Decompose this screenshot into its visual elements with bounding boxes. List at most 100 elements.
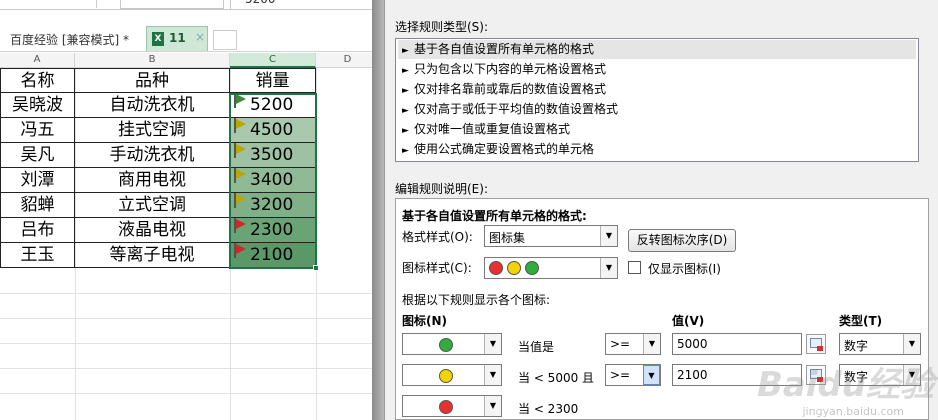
cell-name[interactable]: 吴晓波 — [0, 93, 75, 118]
format-style-select[interactable]: 图标集 ▼ — [484, 225, 618, 247]
header-cell-sales[interactable]: 销量 — [230, 68, 316, 93]
header-cell-type[interactable]: 品种 — [75, 68, 230, 93]
rule-operator-select[interactable]: >= ▼ — [605, 333, 661, 355]
cell-type[interactable]: 自动洗衣机 — [75, 93, 230, 118]
grid-line — [0, 293, 380, 294]
rule-value-input[interactable]: 5000 — [672, 333, 802, 355]
rules-label: 根据以下规则显示各个图标: — [402, 293, 551, 307]
icon-style-preview — [489, 260, 543, 275]
cell-name[interactable]: 吕布 — [0, 218, 75, 243]
tab-doc[interactable]: 百度经验 [兼容模式] * — [4, 29, 135, 51]
grid-line — [0, 393, 380, 394]
rule-type-item[interactable]: ► 只为包含以下内容的单元格设置格式 — [398, 60, 916, 79]
rule-type-text: 仅对唯一值或重复值设置格式 — [414, 122, 571, 136]
cell-sales[interactable]: 3500 — [230, 143, 316, 168]
excel-file-icon: X — [152, 32, 164, 46]
cell-type[interactable]: 商用电视 — [75, 168, 230, 193]
edit-rule-label: 编辑规则说明(E): — [395, 182, 488, 196]
column-header-b[interactable]: B — [75, 53, 230, 68]
tab-active-sheet[interactable]: X 11 × — [146, 26, 208, 51]
rule-operator-value: >= — [610, 368, 631, 382]
cell-type[interactable]: 液晶电视 — [75, 218, 230, 243]
sales-value: 2100 — [250, 245, 294, 265]
grid-line — [0, 343, 380, 344]
rule-type-item[interactable]: ► 仅对唯一值或重复值设置格式 — [398, 120, 916, 139]
cancel-icon[interactable]: ✕ — [129, 0, 141, 4]
formula-input[interactable]: 5200 — [230, 0, 380, 10]
rule-icon-select[interactable]: ▼ — [402, 333, 502, 355]
rule-operator-select[interactable]: >= ▼ — [605, 364, 661, 386]
flag-icon — [233, 218, 247, 234]
triangle-icon: ► — [402, 46, 409, 56]
cell-type[interactable]: 手动洗衣机 — [75, 143, 230, 168]
header-cell-name[interactable]: 名称 — [0, 68, 75, 93]
cell-name[interactable]: 王玉 — [0, 243, 75, 268]
sales-value: 2300 — [250, 220, 294, 240]
rule-type-item[interactable]: ► 仅对高于或低于平均值的数值设置格式 — [398, 100, 916, 119]
reverse-icon-order-button[interactable]: 反转图标次序(D) — [628, 229, 736, 252]
icon-style-label: 图标样式(C): — [402, 261, 472, 275]
cell-sales[interactable]: 4500 — [230, 118, 316, 143]
watermark-url: jingyan.baidu.com — [802, 405, 904, 418]
rule-type-item[interactable]: ► 基于各自值设置所有单元格的格式 — [398, 40, 916, 59]
rule-condition: 当 < 5000 且 — [518, 371, 595, 385]
chevron-down-icon: ▼ — [484, 365, 501, 385]
cell-name[interactable]: 吴凡 — [0, 143, 75, 168]
document-tabs: 百度经验 [兼容模式] * X 11 × — [0, 26, 380, 52]
rule-type-item[interactable]: ► 仅对排名靠前或靠后的数值设置格式 — [398, 80, 916, 99]
chevron-down-icon: ▼ — [903, 334, 920, 354]
green-circle-icon — [439, 337, 453, 352]
panel-heading: 基于各自值设置所有单元格的格式: — [402, 209, 587, 223]
rule-type-value: 数字 — [844, 339, 869, 353]
flag-icon — [233, 93, 247, 109]
column-type-header: 类型(T) — [839, 314, 883, 328]
cell-sales[interactable]: 5200 — [230, 93, 316, 118]
cell-name[interactable]: 貂蝉 — [0, 193, 75, 218]
range-picker-icon[interactable] — [806, 334, 826, 354]
cell-sales[interactable]: 3400 — [230, 168, 316, 193]
sales-value: 5200 — [250, 95, 294, 115]
formula-bar-separator — [96, 0, 97, 8]
cell-sales[interactable]: 2100 — [230, 243, 316, 268]
rule-condition: 当值是 — [518, 340, 555, 354]
chevron-down-icon: ▼ — [643, 365, 660, 385]
chevron-down-icon: ▼ — [643, 334, 660, 354]
cell-sales[interactable]: 3200 — [230, 193, 316, 218]
column-header-a[interactable]: A — [0, 53, 75, 68]
triangle-icon: ► — [402, 66, 409, 76]
formula-buttons[interactable]: ✕ ✓ fx — [120, 0, 224, 9]
cell-type[interactable]: 立式空调 — [75, 193, 230, 218]
triangle-icon: ► — [402, 86, 409, 96]
icon-style-select[interactable]: ▼ — [484, 257, 618, 279]
rule-type-text: 只为包含以下内容的单元格设置格式 — [414, 62, 607, 76]
format-style-value: 图标集 — [489, 231, 526, 245]
grid-line — [0, 368, 380, 369]
rule-value-text: 2100 — [677, 368, 708, 382]
cell-name[interactable]: 冯五 — [0, 118, 75, 143]
tab-active-label: 11 — [169, 31, 186, 45]
cell-name[interactable]: 刘潭 — [0, 168, 75, 193]
rule-type-label: 选择规则类型(S): — [395, 20, 489, 34]
formula-bar: ✕ ✓ fx 5200 — [0, 0, 380, 10]
rule-type-select[interactable]: 数字 ▼ — [839, 333, 921, 355]
cell-type[interactable]: 等离子电视 — [75, 243, 230, 268]
new-tab-button[interactable] — [213, 30, 237, 50]
chevron-down-icon: ▼ — [484, 334, 501, 354]
confirm-icon[interactable]: ✓ — [161, 0, 173, 4]
fill-handle[interactable] — [313, 265, 319, 271]
flag-icon — [233, 193, 247, 209]
cell-sales[interactable]: 2300 — [230, 218, 316, 243]
column-header-c[interactable]: C — [230, 53, 316, 68]
fx-icon[interactable]: fx — [197, 0, 210, 4]
rule-icon-select[interactable]: ▼ — [402, 395, 502, 417]
rule-icon-select[interactable]: ▼ — [402, 364, 502, 386]
rule-type-item[interactable]: ► 使用公式确定要设置格式的单元格 — [398, 140, 916, 159]
flag-icon — [233, 168, 247, 184]
rule-type-list[interactable]: ► 基于各自值设置所有单元格的格式 ► 只为包含以下内容的单元格设置格式 ► 仅对排名… — [395, 38, 919, 162]
show-icon-only-checkbox[interactable] — [628, 261, 641, 274]
triangle-icon: ► — [402, 126, 409, 136]
cell-type[interactable]: 挂式空调 — [75, 118, 230, 143]
column-header-d[interactable]: D — [316, 53, 380, 68]
close-tab-icon[interactable]: × — [195, 30, 205, 44]
flag-icon — [233, 243, 247, 259]
